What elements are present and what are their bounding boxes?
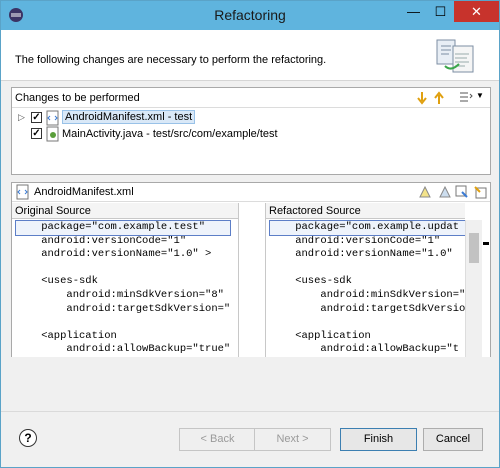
maximize-button[interactable]: ☐	[427, 1, 454, 22]
code-line: <uses-sdk	[270, 275, 352, 288]
copy-all-right-icon[interactable]	[436, 184, 452, 200]
next-button[interactable]: Next >	[254, 428, 331, 451]
previous-difference-icon[interactable]	[472, 184, 488, 200]
finish-button[interactable]: Finish	[340, 428, 417, 451]
minimize-button[interactable]: —	[400, 1, 427, 22]
xml-file-icon	[46, 110, 59, 126]
previous-change-icon[interactable]	[431, 90, 447, 106]
refactored-code: package="com.example.updat android:versi…	[268, 220, 465, 357]
original-code: package="com.example.test" android:versi…	[14, 220, 232, 357]
original-source-title: Original Source	[12, 203, 238, 219]
compare-panel: AndroidManifest.xml Original Source pack…	[11, 182, 491, 357]
change-marker[interactable]	[483, 242, 489, 245]
code-line: android:allowBackup="t	[270, 343, 460, 356]
title-bar: Refactoring — ☐ ✕	[1, 1, 499, 30]
refactored-source-pane[interactable]: Refactored Source package="com.example.u…	[266, 203, 465, 357]
code-line: android:versionCode="1"	[16, 234, 187, 247]
code-line: android:versionName="1.0"	[270, 248, 453, 261]
scrollbar-thumb[interactable]	[469, 233, 479, 263]
diff-gutter	[238, 203, 266, 357]
code-line: android:targetSdkVersio	[270, 302, 465, 315]
change-item-label: AndroidManifest.xml - test	[62, 110, 196, 124]
code-line: android:versionCode="1"	[270, 234, 441, 247]
vertical-scrollbar[interactable]	[465, 220, 482, 357]
footer-separator	[1, 411, 499, 412]
code-line: android:versionName="1.0" >	[16, 248, 212, 261]
changes-header: Changes to be performed ▼	[12, 88, 490, 108]
help-button[interactable]: ?	[19, 429, 37, 447]
header-message: The following changes are necessary to p…	[15, 54, 327, 66]
code-line: android:minSdkVersion="8"	[16, 288, 224, 301]
menu-dropdown-icon[interactable]: ▼	[476, 91, 484, 100]
change-item-manifest[interactable]: ▷ ✓ AndroidManifest.xml - test	[12, 110, 490, 126]
changes-tree-panel: Changes to be performed ▼ ▷ ✓ AndroidMan…	[11, 87, 491, 175]
compare-file-header: AndroidManifest.xml	[12, 183, 490, 202]
close-button[interactable]: ✕	[454, 1, 499, 22]
filter-icon[interactable]	[458, 90, 474, 106]
compare-file-name: AndroidManifest.xml	[34, 186, 134, 198]
code-line: android:allowBackup="true"	[16, 343, 231, 356]
refactoring-dialog: Refactoring — ☐ ✕ The following changes …	[0, 0, 500, 468]
mainactivity-checkbox[interactable]: ✓	[31, 128, 42, 139]
next-change-icon[interactable]	[414, 90, 430, 106]
code-line: <application	[16, 329, 117, 342]
refactored-source-title: Refactored Source	[266, 203, 465, 219]
wizard-header: The following changes are necessary to p…	[1, 30, 499, 81]
refactor-wizard-icon	[436, 39, 474, 73]
change-item-label: MainActivity.java - test/src/com/example…	[62, 128, 278, 140]
copy-all-left-icon[interactable]	[418, 184, 434, 200]
back-button[interactable]: < Back	[179, 428, 256, 451]
original-source-pane[interactable]: Original Source package="com.example.tes…	[12, 203, 238, 357]
changes-label: Changes to be performed	[15, 92, 140, 104]
java-file-icon	[46, 126, 59, 142]
code-line: package="com.example.updat	[268, 220, 465, 236]
manifest-checkbox[interactable]: ✓	[31, 112, 42, 123]
cancel-button[interactable]: Cancel	[423, 428, 483, 451]
next-difference-icon[interactable]	[454, 184, 470, 200]
xml-file-icon	[16, 184, 29, 200]
code-line: android:targetSdkVersion="	[16, 302, 231, 315]
code-line: android:minSdkVersion="	[270, 288, 465, 301]
overview-ruler[interactable]	[482, 220, 490, 357]
code-line: <application	[270, 329, 371, 342]
expand-arrow-icon[interactable]: ▷	[18, 112, 25, 123]
change-item-mainactivity[interactable]: ✓ MainActivity.java - test/src/com/examp…	[12, 126, 490, 142]
code-line: <uses-sdk	[16, 275, 98, 288]
code-line: package="com.example.test"	[14, 220, 232, 236]
